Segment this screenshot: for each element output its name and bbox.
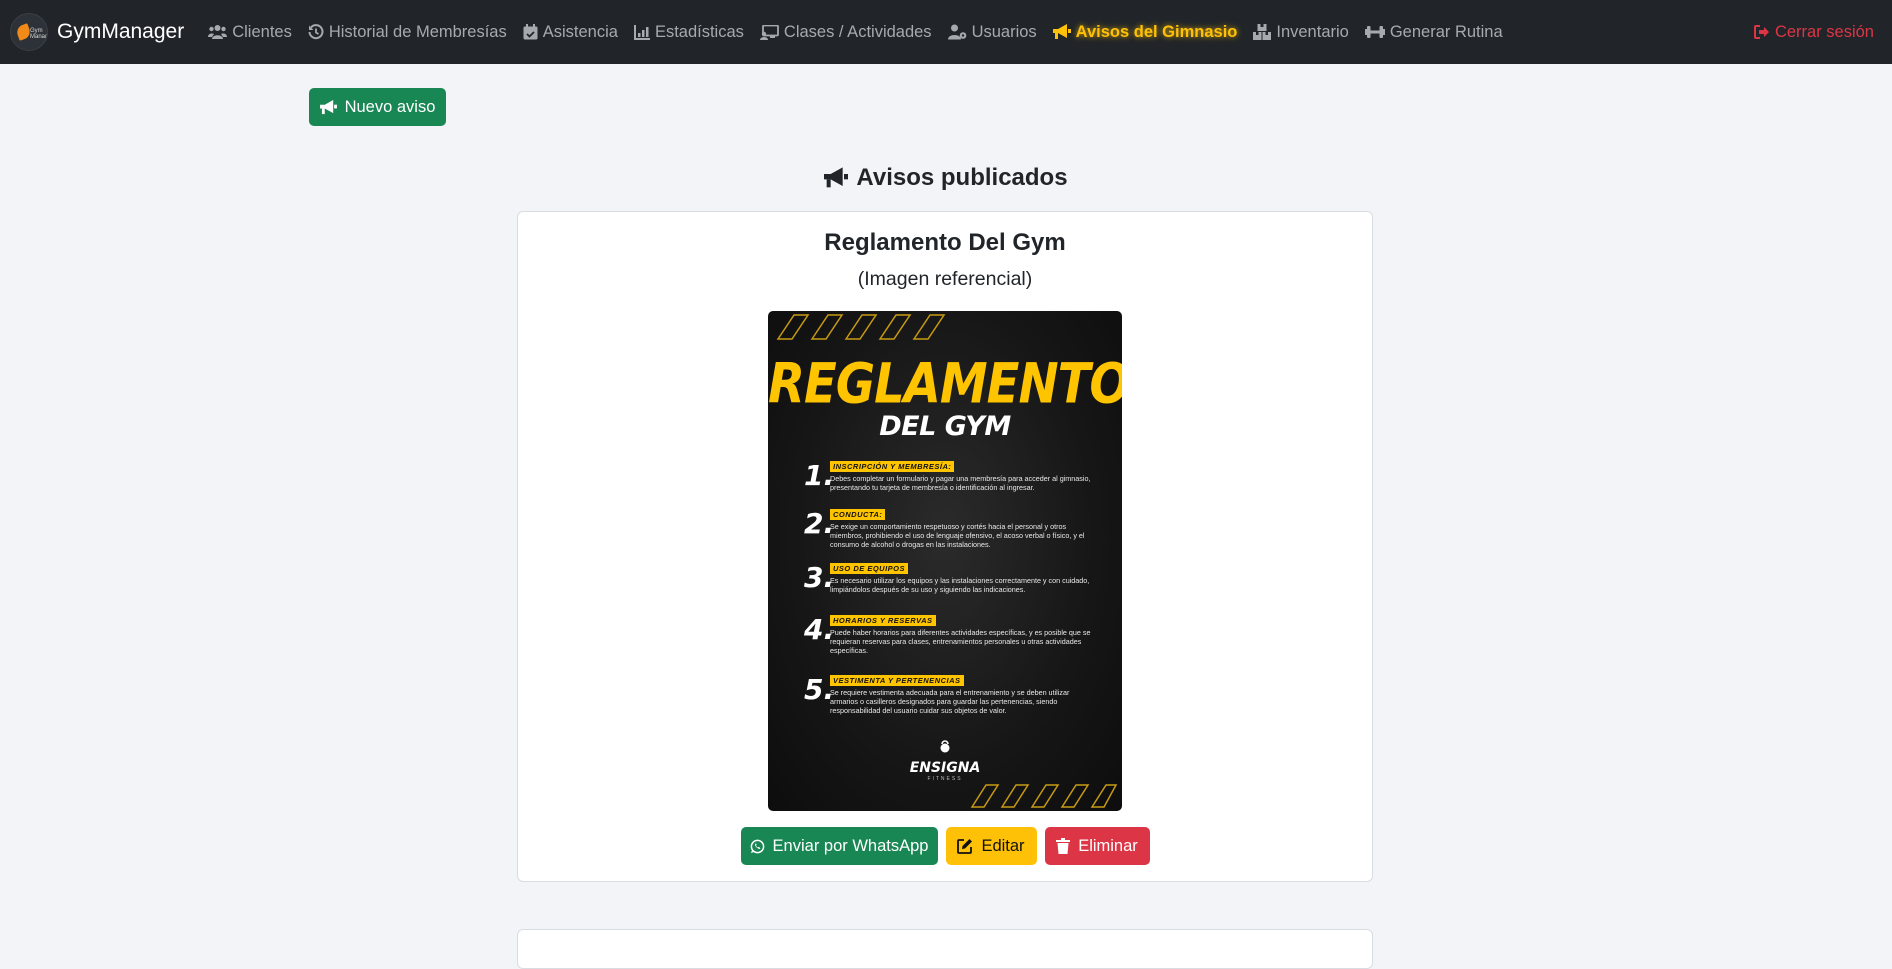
nav-item-asistencia[interactable]: Asistencia [523,23,618,42]
delete-button[interactable]: Eliminar [1044,827,1150,865]
whatsapp-button[interactable]: Enviar por WhatsApp [740,827,938,865]
bullhorn-icon [319,99,337,114]
section-title-text: Avisos publicados [856,164,1068,191]
poster-logo-sub: FITNESS [927,776,963,782]
nav-label: Clientes [232,22,292,41]
notice-actions: Enviar por WhatsApp Editar Eliminar [518,827,1372,865]
brand-name[interactable]: GymManager [57,20,184,44]
nav-label: Clases / Actividades [783,22,932,41]
history-icon [308,24,324,40]
user-cog-icon [947,24,966,40]
bullhorn-icon [824,167,849,188]
rule-heading: VESTIMENTA Y PERTENENCIAS [830,675,964,686]
rule-heading: HORARIOS Y RESERVAS [830,615,936,626]
rule-text: Es necesario utilizar los equipos y las … [830,576,1090,595]
nav-item-historial[interactable]: Historial de Membresías [308,23,507,42]
edit-icon [957,839,973,854]
brand-logo: Gym Manager [10,13,48,51]
nav-item-inventario[interactable]: Inventario [1253,22,1349,42]
chart-line-icon [633,24,650,40]
notice-card: Reglamento Del Gym (Imagen referencial) … [517,211,1373,882]
logo-text: Gym Manager [30,28,48,40]
new-notice-label: Nuevo aviso [344,97,436,116]
poster-subtitle: DEL GYM [879,411,1011,442]
poster-logo-name: ENSIGNA [909,760,981,776]
rule-text: Se requiere vestimenta adecuada para el … [830,688,1070,716]
rule-text: Puede haber horarios para diferentes act… [830,628,1091,656]
bullhorn-icon [1052,24,1071,39]
nav-label: Inventario [1276,22,1349,41]
rule-heading: USO DE EQUIPOS [830,563,909,574]
nav-links: Clientes Historial de Membresías Asisten… [208,23,1518,42]
kettlebell-icon [940,740,950,753]
stripes-decoration [776,314,946,340]
brand[interactable]: Gym Manager GymManager [10,13,184,51]
nav-label: Avisos del Gimnasio [1075,22,1238,41]
users-icon [208,25,228,39]
sign-out-icon [1753,25,1769,39]
nav-item-usuarios[interactable]: Usuarios [947,22,1037,42]
whatsapp-icon [750,839,764,853]
nav-item-clases[interactable]: Clases / Actividades [759,22,932,42]
nav-item-clientes[interactable]: Clientes [208,23,292,42]
boxes-icon [1253,24,1272,40]
top-navbar: Gym Manager GymManager Clientes Historia… [0,0,1892,64]
edit-label: Editar [981,836,1025,855]
rule-text: Debes completar un formulario y pagar un… [830,474,1091,493]
chalkboard-icon [759,24,779,40]
notice-image: REGLAMENTO DEL GYM 1. INSCRIPCIÓN Y MEMB… [768,311,1122,811]
rule-heading: INSCRIPCIÓN Y MEMBRESÍA: [830,461,955,472]
new-notice-button[interactable]: Nuevo aviso [309,88,446,126]
calendar-check-icon [523,24,538,40]
logout-label: Cerrar sesión [1774,22,1874,41]
delete-label: Eliminar [1078,836,1138,855]
trash-icon [1056,838,1071,854]
rule-heading: CONDUCTA: [830,509,886,520]
logout-link[interactable]: Cerrar sesión [1753,0,1874,64]
section-title: Avisos publicados [0,164,1892,192]
nav-item-avisos[interactable]: Avisos del Gimnasio [1052,22,1238,42]
edit-button[interactable]: Editar [945,827,1037,865]
notice-title: Reglamento Del Gym [824,229,1066,256]
poster-title: REGLAMENTO [768,351,1122,417]
nav-label: Historial de Membresías [328,22,507,41]
nav-label: Usuarios [971,22,1037,41]
notice-card [517,929,1373,969]
poster-logo: ENSIGNA FITNESS [768,739,1122,782]
nav-label: Estadísticas [654,22,744,41]
whatsapp-label: Enviar por WhatsApp [772,836,929,855]
stripes-decoration [970,784,1118,808]
nav-label: Generar Rutina [1389,22,1503,41]
nav-item-rutina[interactable]: Generar Rutina [1364,22,1503,42]
nav-item-estadisticas[interactable]: Estadísticas [633,22,744,42]
notice-subtitle: (Imagen referencial) [857,268,1033,290]
nav-label: Asistencia [542,22,618,41]
rule-text: Se exige un comportamiento respetuoso y … [830,522,1085,550]
dumbbell-icon [1364,26,1385,38]
